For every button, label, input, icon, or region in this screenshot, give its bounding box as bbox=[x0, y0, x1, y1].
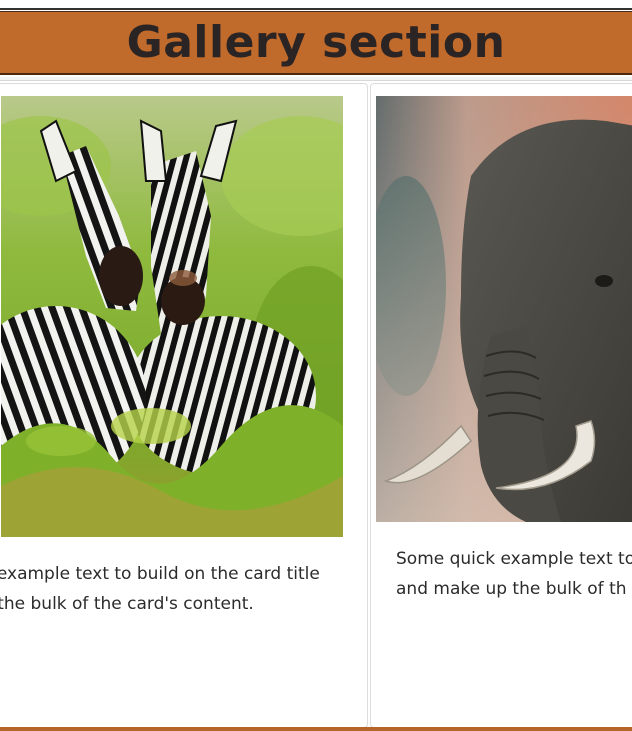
card-text-line: p the bulk of the card's content. bbox=[0, 594, 254, 614]
top-border bbox=[0, 0, 632, 10]
card-text-zebras: e example text to build on the card titl… bbox=[0, 559, 341, 619]
card-text-line: and make up the bulk of th bbox=[396, 579, 627, 599]
zebras-photo bbox=[1, 96, 343, 537]
elephant-photo bbox=[376, 96, 632, 522]
bottom-accent-bar bbox=[0, 727, 632, 731]
card-text-line: e example text to build on the card titl… bbox=[0, 564, 320, 584]
page-title: Gallery section bbox=[126, 16, 506, 68]
header-divider bbox=[0, 77, 632, 81]
gallery-card-elephant: Some quick example text to and make up t… bbox=[370, 83, 632, 728]
gallery-card-zebras: e example text to build on the card titl… bbox=[0, 83, 368, 728]
card-text-elephant: Some quick example text to and make up t… bbox=[396, 544, 632, 604]
gallery-header: Gallery section bbox=[0, 11, 632, 75]
card-text-line: Some quick example text to bbox=[396, 549, 632, 569]
gallery-page: Gallery section e example text to build … bbox=[0, 0, 632, 731]
